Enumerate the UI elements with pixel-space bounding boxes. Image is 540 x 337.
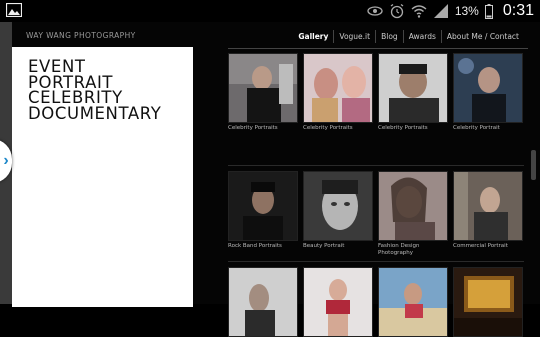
battery-percent: 13% [454,4,479,18]
nav-about-contact[interactable]: About Me / Contact [440,30,524,43]
category-panel: EVENT PORTRAIT CELEBRITY DOCUMENTARY [12,47,193,307]
photo-thumbnail[interactable] [228,267,298,337]
clock-time: 0:31 [502,2,534,19]
eye-icon [367,6,383,16]
category-documentary[interactable]: DOCUMENTARY [28,105,161,122]
nav-gallery[interactable]: Gallery [293,30,333,43]
wifi-icon [411,5,427,18]
battery-icon [484,3,493,19]
photo-caption[interactable]: Beauty Portrait [303,243,373,250]
photo-thumbnail[interactable] [303,267,373,337]
nav-vogue[interactable]: Vogue.it [333,30,375,43]
gallery-tile[interactable] [378,267,448,337]
gallery-tile[interactable]: Celebrity Portraits [303,53,373,132]
gallery-tile[interactable] [453,267,523,337]
row-divider [228,165,524,166]
nav-blog[interactable]: Blog [375,30,403,43]
photo-caption[interactable]: Celebrity Portraits [378,125,448,132]
status-bar: 13% 0:31 [0,0,540,22]
gallery-tile[interactable]: Celebrity Portraits [378,53,448,132]
photo-caption[interactable]: Celebrity Portrait [453,125,523,132]
row-divider [228,261,524,262]
photo-thumbnail[interactable] [453,171,523,241]
photo-thumbnail[interactable] [228,53,298,123]
photo-thumbnail[interactable] [378,267,448,337]
photo-caption[interactable]: Rock Band Portraits [228,243,298,250]
site-title[interactable]: WAY WANG PHOTOGRAPHY [26,31,136,40]
scrollbar[interactable] [531,150,536,180]
chevron-right-icon: › [3,152,9,169]
photo-thumbnail[interactable] [453,267,523,337]
gallery-tile[interactable]: Celebrity Portraits [228,53,298,132]
gallery-tile[interactable]: Commercial Portrait [453,171,523,250]
photo-thumbnail[interactable] [453,53,523,123]
photo-thumbnail[interactable] [378,53,448,123]
photo-caption[interactable]: Celebrity Portraits [228,125,298,132]
photo-caption[interactable]: Fashion Design Photography [378,243,448,256]
gallery-tile[interactable]: Celebrity Portrait [453,53,523,132]
photo-thumbnail[interactable] [303,53,373,123]
photo-thumbnail[interactable] [378,171,448,241]
alarm-icon [390,3,404,19]
photo-thumbnail[interactable] [303,171,373,241]
web-page: WAY WANG PHOTOGRAPHY Gallery Vogue.it Bl… [0,22,540,337]
gallery-tile[interactable]: Fashion Design Photography [378,171,448,256]
gallery-tile[interactable] [303,267,373,337]
main-nav: Gallery Vogue.it Blog Awards About Me / … [293,30,524,43]
gallery-tile[interactable] [228,267,298,337]
gallery-notification-icon [6,3,22,17]
gallery-tile[interactable]: Rock Band Portraits [228,171,298,250]
photo-caption[interactable]: Commercial Portrait [453,243,523,250]
nav-divider [228,48,528,49]
nav-awards[interactable]: Awards [402,30,441,43]
category-list: EVENT PORTRAIT CELEBRITY DOCUMENTARY [28,59,161,121]
signal-icon [433,4,448,18]
photo-thumbnail[interactable] [228,171,298,241]
photo-caption[interactable]: Celebrity Portraits [303,125,373,132]
gallery-tile[interactable]: Beauty Portrait [303,171,373,250]
